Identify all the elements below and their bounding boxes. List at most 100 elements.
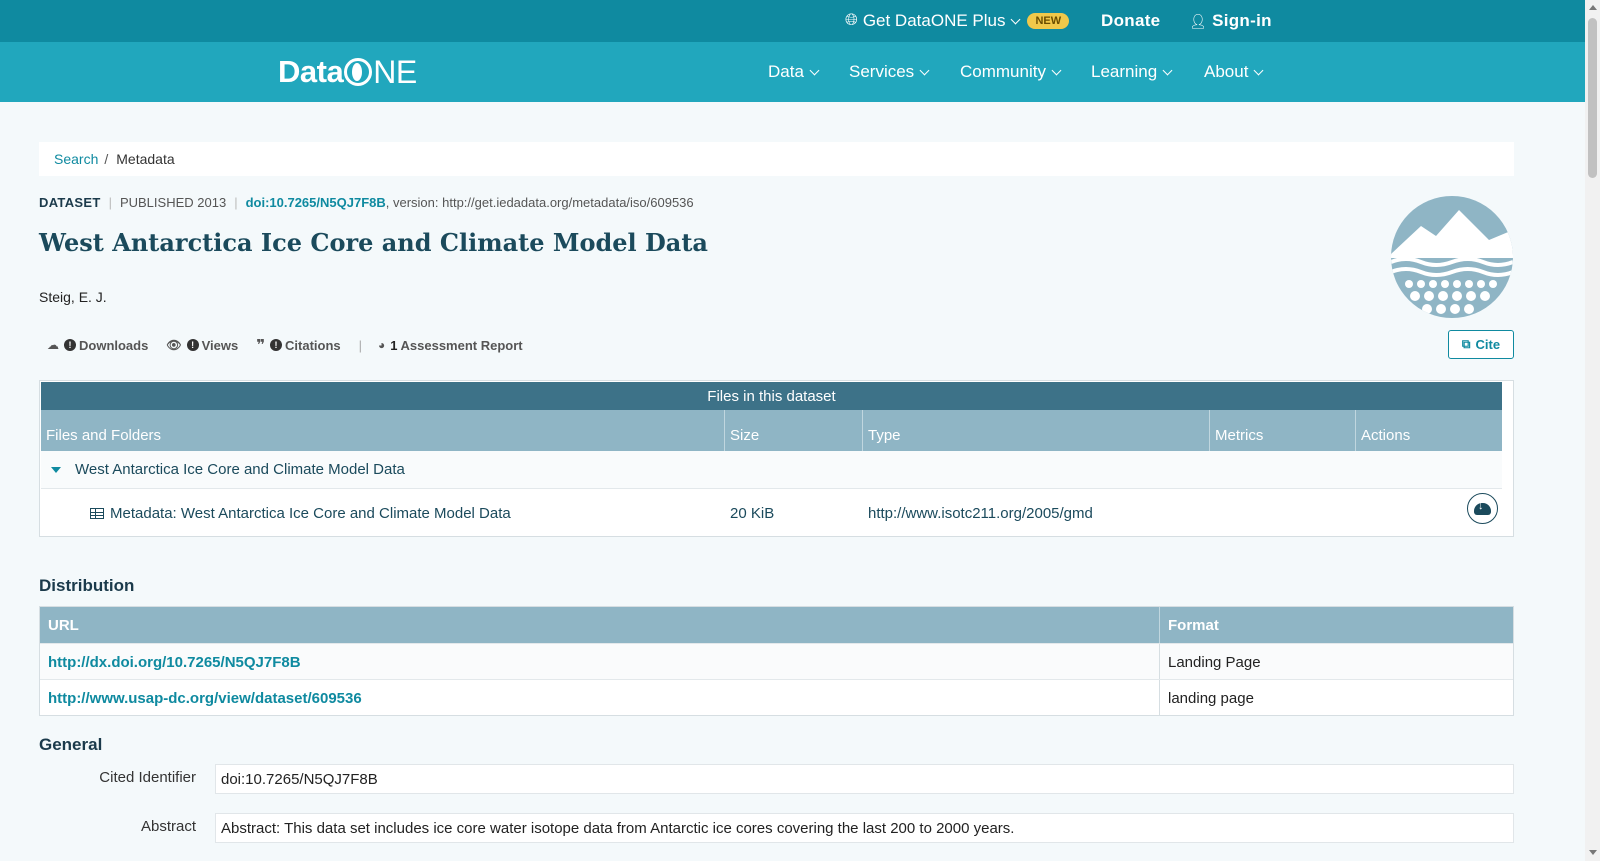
views-metric[interactable]: 👁︎ ! Views: [166, 338, 238, 353]
new-badge: NEW: [1027, 13, 1070, 29]
logo-globe-icon: [344, 58, 373, 86]
portal-logo-icon: [1391, 196, 1513, 318]
get-dataone-plus-label: Get DataONE Plus: [862, 11, 1006, 30]
assessment-label: Assessment Report: [400, 337, 523, 353]
sign-in-label: Sign-in: [1212, 11, 1272, 30]
distribution-heading: Distribution: [39, 576, 135, 595]
scroll-down-arrow-icon[interactable]: [1589, 850, 1597, 855]
top-utility-bar: 🌐︎ Get DataONE Plus NEW Donate 👤︎ Sign-i…: [0, 0, 1585, 42]
published-year: PUBLISHED 2013: [119, 195, 227, 210]
cited-identifier-value: doi:10.7265/N5QJ7F8B: [215, 764, 1514, 794]
eye-icon: 👁︎: [166, 338, 182, 352]
get-dataone-plus-menu[interactable]: 🌐︎ Get DataONE Plus NEW: [845, 0, 1070, 42]
distribution-url-link[interactable]: http://www.usap-dc.org/view/dataset/6095…: [48, 690, 362, 707]
nav-about-label: About: [1204, 62, 1249, 81]
chevron-down-icon: [1051, 65, 1062, 75]
downloads-label: Downloads: [79, 337, 149, 353]
distribution-url-cell: http://dx.doi.org/10.7265/N5QJ7F8B: [40, 644, 301, 680]
dataset-author[interactable]: Steig, E. J.: [39, 289, 107, 305]
chevron-down-icon: [919, 65, 930, 75]
abstract-label: Abstract: [140, 818, 196, 835]
col-type[interactable]: Type: [863, 410, 1210, 451]
col-actions: Actions: [1361, 427, 1411, 444]
breadcrumb-search-link[interactable]: Search: [54, 151, 98, 167]
chevron-down-icon: [1253, 65, 1264, 75]
dataset-meta-line: DATASET | PUBLISHED 2013 | doi:10.7265/N…: [39, 195, 694, 210]
abstract-value: Abstract: This data set includes ice cor…: [215, 813, 1514, 843]
breadcrumb-current: Metadata: [116, 151, 175, 167]
cite-button[interactable]: ⧉ Cite: [1448, 330, 1514, 359]
breadcrumb-separator: /: [104, 151, 109, 167]
file-type: http://www.isotc211.org/2005/gmd: [868, 504, 1093, 522]
col-metrics: Metrics: [1210, 410, 1356, 451]
folder-row[interactable]: West Antarctica Ice Core and Climate Mod…: [41, 451, 1502, 489]
table-row: http://dx.doi.org/10.7265/N5QJ7F8B Landi…: [40, 643, 1513, 680]
scrollbar-thumb[interactable]: [1588, 18, 1597, 178]
metrics-bar: ☁︎ ! Downloads 👁︎ ! Views ❞ ! Citations …: [47, 336, 541, 354]
dataset-kind: DATASET: [39, 195, 101, 210]
distribution-format: landing page: [1159, 680, 1254, 716]
chevron-down-icon: [1162, 65, 1173, 75]
exclamation-icon: !: [186, 339, 199, 351]
nav-about[interactable]: About: [1204, 42, 1264, 102]
logo-text-data: Data: [278, 54, 344, 89]
col-url: URL: [48, 616, 79, 634]
version-text: , version: http://get.iedadata.org/metad…: [385, 195, 694, 210]
distribution-url-cell: http://www.usap-dc.org/view/dataset/6095…: [40, 680, 362, 716]
distribution-table: URL Format http://dx.doi.org/10.7265/N5Q…: [39, 606, 1514, 716]
logo-text-ne: NE: [373, 53, 417, 90]
nav-community[interactable]: Community: [960, 42, 1062, 102]
breadcrumb: Search / Metadata: [39, 142, 1514, 176]
exclamation-icon: !: [270, 339, 283, 351]
nav-learning[interactable]: Learning: [1091, 42, 1173, 102]
table-row: Metadata: West Antarctica Ice Core and C…: [41, 489, 1502, 537]
doi-link[interactable]: doi:10.7265/N5QJ7F8B: [246, 195, 386, 210]
user-icon: 👤︎: [1189, 12, 1208, 29]
main-navbar: Data NE Data Services Community Learning…: [0, 42, 1585, 102]
nav-community-label: Community: [960, 62, 1046, 81]
dashboard-icon: ◕: [378, 338, 386, 352]
download-button[interactable]: [1467, 493, 1498, 524]
general-heading: General: [39, 735, 103, 754]
nav-data-label: Data: [768, 62, 804, 81]
cloud-download-icon: ☁︎: [47, 338, 59, 352]
file-name-cell[interactable]: Metadata: West Antarctica Ice Core and C…: [90, 489, 511, 537]
distribution-url-link[interactable]: http://dx.doi.org/10.7265/N5QJ7F8B: [48, 654, 301, 671]
nav-services[interactable]: Services: [849, 42, 930, 102]
files-table: Files in this dataset Files and Folders …: [39, 380, 1514, 537]
sign-in-link[interactable]: 👤︎ Sign-in: [1189, 0, 1272, 42]
donate-link[interactable]: Donate: [1101, 0, 1160, 42]
assessment-report-metric[interactable]: ◕ 1 Assessment Report: [378, 338, 523, 353]
scroll-up-arrow-icon[interactable]: [1589, 5, 1597, 10]
distribution-format: Landing Page: [1159, 644, 1261, 680]
col-files-and-folders[interactable]: Files and Folders: [41, 410, 725, 451]
file-name: Metadata: West Antarctica Ice Core and C…: [110, 504, 511, 522]
dataone-logo[interactable]: Data NE: [278, 54, 417, 90]
exclamation-icon: !: [64, 339, 76, 351]
cited-identifier-label: Cited Identifier: [99, 769, 196, 786]
file-size: 20 KiB: [730, 504, 775, 522]
col-size[interactable]: Size: [725, 410, 863, 451]
table-icon: [90, 507, 104, 519]
citations-label: Citations: [285, 337, 341, 353]
files-table-title: Files in this dataset: [41, 382, 1502, 410]
assessment-count: 1: [390, 337, 398, 353]
caret-down-icon[interactable]: [51, 466, 61, 473]
table-row: http://www.usap-dc.org/view/dataset/6095…: [40, 679, 1513, 716]
dataset-title: West Antarctica Ice Core and Climate Mod…: [39, 228, 708, 257]
cloud-download-icon: [1474, 500, 1491, 515]
views-label: Views: [201, 337, 239, 353]
quote-icon: ❞: [256, 337, 266, 354]
chevron-down-icon: [809, 65, 820, 75]
citations-metric[interactable]: ❞ ! Citations: [256, 336, 340, 354]
page-scrollbar[interactable]: [1585, 0, 1600, 861]
distribution-header: URL Format: [40, 607, 1513, 643]
nav-learning-label: Learning: [1091, 62, 1158, 81]
downloads-metric[interactable]: ☁︎ ! Downloads: [47, 338, 148, 353]
divider: |: [108, 195, 112, 210]
folder-name: West Antarctica Ice Core and Climate Mod…: [75, 461, 405, 478]
col-format: Format: [1159, 607, 1219, 643]
divider: |: [234, 195, 238, 210]
files-table-header: Files and Folders Size Type Metrics Acti…: [41, 410, 1502, 451]
nav-data[interactable]: Data: [768, 42, 820, 102]
